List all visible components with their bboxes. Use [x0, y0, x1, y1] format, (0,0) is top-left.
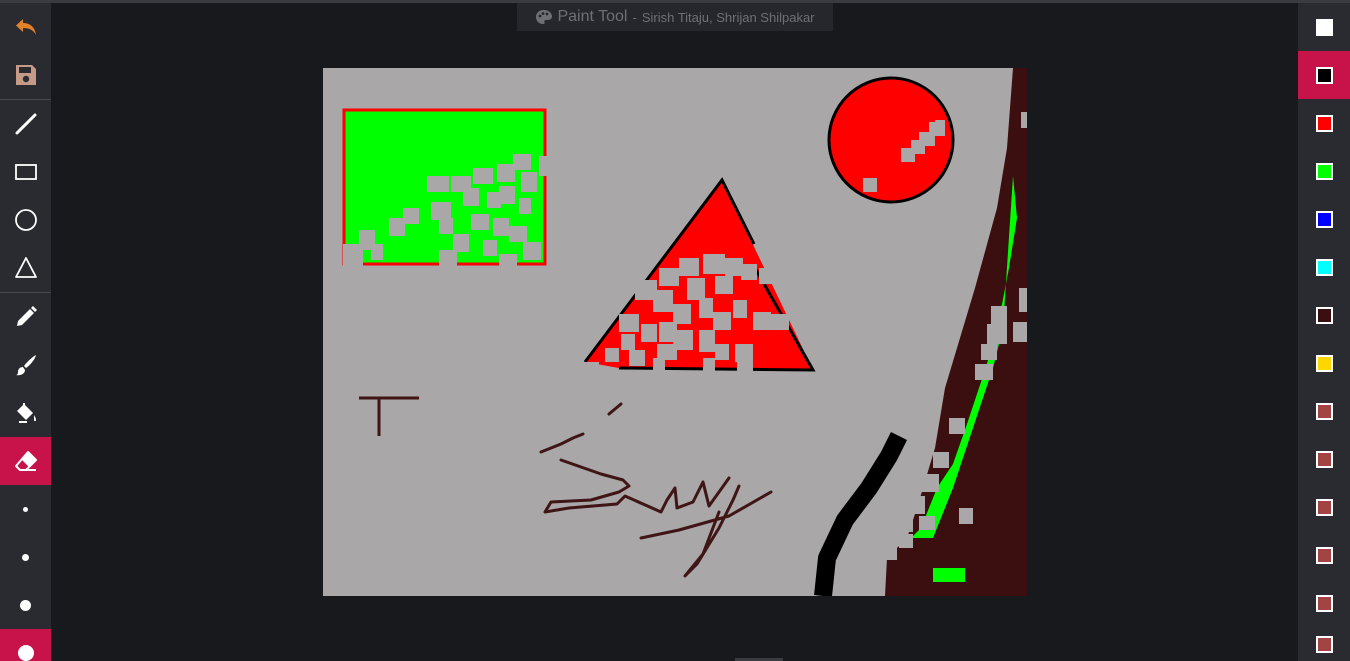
canvas-drawing: [342, 68, 1029, 597]
color-swatch-red[interactable]: [1298, 99, 1350, 147]
pencil-icon: [16, 306, 37, 326]
brush-size-3-button[interactable]: [0, 581, 51, 629]
eraser-icon: [14, 451, 37, 471]
rectangle-tool-button[interactable]: [0, 148, 51, 196]
app-authors: Sirish Titaju, Shrijan Shilpakar: [641, 9, 815, 25]
swatch-chip: [1315, 258, 1333, 276]
circle-icon: [14, 209, 37, 231]
brush-size-dot-icon: [17, 645, 34, 661]
brush-size-dot-icon: [23, 506, 28, 512]
palette-icon: [536, 10, 553, 24]
line-icon: [15, 113, 36, 135]
fill-tool-button[interactable]: [0, 389, 51, 437]
app-title: Paint Tool: [557, 8, 628, 25]
save-icon: [15, 65, 36, 85]
color-swatch-blue[interactable]: [1298, 195, 1350, 243]
eraser-tool-button[interactable]: [0, 437, 51, 485]
triangle-tool-button[interactable]: [0, 244, 51, 292]
swatch-chip: [1315, 210, 1333, 228]
drawn-green-stroke: [933, 568, 965, 582]
color-swatch-custom[interactable]: [1298, 627, 1350, 661]
line-tool-button[interactable]: [0, 100, 51, 148]
color-palette: [1298, 3, 1350, 661]
triangle-icon: [14, 257, 37, 278]
swatch-chip: [1315, 594, 1333, 612]
app-title-bar: Paint Tool - Sirish Titaju, Shrijan Shil…: [517, 3, 833, 31]
brush-size-dot-icon: [20, 599, 31, 611]
undo-icon: [15, 19, 36, 35]
drawn-t-letter: [359, 396, 419, 436]
brush-size-1-button[interactable]: [0, 485, 51, 533]
undo-button[interactable]: [0, 3, 51, 51]
paint-bucket-icon: [16, 403, 36, 423]
swatch-chip: [1315, 635, 1333, 653]
brush-size-dot-icon: [22, 553, 29, 561]
color-swatch-custom[interactable]: [1298, 483, 1350, 531]
color-swatch-custom[interactable]: [1298, 579, 1350, 627]
swatch-chip: [1315, 354, 1333, 372]
swatch-chip: [1315, 18, 1333, 36]
color-swatch-custom[interactable]: [1298, 435, 1350, 483]
drawing-canvas[interactable]: [323, 68, 1029, 597]
swatch-chip: [1315, 66, 1333, 84]
swatch-chip: [1315, 114, 1333, 132]
brush-icon: [15, 355, 36, 376]
color-swatch-custom[interactable]: [1298, 531, 1350, 579]
brush-size-2-button[interactable]: [0, 533, 51, 581]
brush-tool-button[interactable]: [0, 341, 51, 389]
tool-sidebar: [0, 3, 51, 661]
swatch-chip: [1315, 402, 1333, 420]
swatch-chip: [1315, 450, 1333, 468]
app-title-separator: -: [632, 9, 637, 25]
color-swatch-white[interactable]: [1298, 3, 1350, 51]
rectangle-icon: [14, 164, 37, 180]
color-swatch-yellow[interactable]: [1298, 339, 1350, 387]
pencil-tool-button[interactable]: [0, 293, 51, 341]
color-swatch-green[interactable]: [1298, 147, 1350, 195]
color-swatch-cyan[interactable]: [1298, 243, 1350, 291]
swatch-chip: [1315, 162, 1333, 180]
color-swatch-dark-brown[interactable]: [1298, 291, 1350, 339]
drawn-signature: [539, 402, 773, 578]
swatch-chip: [1315, 546, 1333, 564]
circle-tool-button[interactable]: [0, 196, 51, 244]
color-swatch-custom[interactable]: [1298, 387, 1350, 435]
brush-size-4-button[interactable]: [0, 629, 51, 661]
save-button[interactable]: [0, 51, 51, 99]
color-swatch-black[interactable]: [1298, 51, 1350, 99]
swatch-chip: [1315, 306, 1333, 324]
swatch-chip: [1315, 498, 1333, 516]
